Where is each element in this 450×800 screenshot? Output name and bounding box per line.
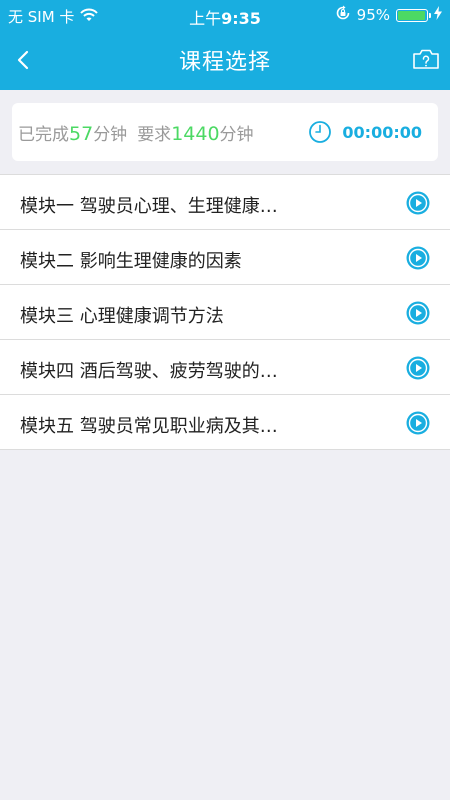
play-circle-icon[interactable] xyxy=(406,356,430,380)
module-label: 模块五 驾驶员常见职业病及其… xyxy=(20,416,278,437)
module-label: 模块四 酒后驾驶、疲劳驾驶的… xyxy=(20,361,278,382)
timer-value: 00:00:00 xyxy=(342,122,422,142)
charging-icon xyxy=(434,6,442,24)
module-list: 模块一 驾驶员心理、生理健康… 模块二 影响生理健康的因素 模块三 心理健康调节… xyxy=(0,174,450,450)
required-unit: 分钟 xyxy=(219,125,254,145)
module-label: 模块二 影响生理健康的因素 xyxy=(20,251,242,272)
module-item[interactable]: 模块二 影响生理健康的因素 xyxy=(0,230,450,285)
header: 无 SIM 卡 上午9:35 95% 课程选择 xyxy=(0,0,450,90)
time-prefix: 上午 xyxy=(189,9,222,28)
module-item[interactable]: 模块四 酒后驾驶、疲劳驾驶的… xyxy=(0,340,450,395)
timer: 00:00:00 xyxy=(308,120,422,144)
play-circle-icon[interactable] xyxy=(406,411,430,435)
required-value: 1440 xyxy=(171,123,220,145)
module-item[interactable]: 模块五 驾驶员常见职业病及其… xyxy=(0,395,450,450)
completed-unit: 分钟 xyxy=(93,125,128,145)
nav-bar: 课程选择 xyxy=(0,30,450,90)
camera-button[interactable] xyxy=(412,48,440,70)
play-circle-icon[interactable] xyxy=(406,246,430,270)
module-item[interactable]: 模块一 驾驶员心理、生理健康… xyxy=(0,175,450,230)
completed-prefix: 已完成 xyxy=(18,125,69,145)
battery-icon xyxy=(396,8,431,22)
module-label: 模块一 驾驶员心理、生理健康… xyxy=(20,196,278,217)
page-title: 课程选择 xyxy=(178,50,271,75)
progress-text: 已完成57分钟 要求1440分钟 xyxy=(18,120,254,145)
battery-fill xyxy=(398,10,425,20)
camera-help-icon xyxy=(413,49,439,69)
status-bar: 无 SIM 卡 上午9:35 95% xyxy=(0,0,450,30)
completed-value: 57 xyxy=(69,123,94,145)
required-prefix: 要求 xyxy=(137,125,172,145)
module-item[interactable]: 模块三 心理健康调节方法 xyxy=(0,285,450,340)
clock-icon xyxy=(309,121,332,143)
play-circle-icon[interactable] xyxy=(406,301,430,325)
rotation-lock-icon xyxy=(335,5,351,25)
module-label: 模块三 心理健康调节方法 xyxy=(20,306,224,327)
progress-card: 已完成57分钟 要求1440分钟 00:00:00 xyxy=(12,103,438,161)
time-value: 9:35 xyxy=(221,9,261,28)
battery-percent: 95% xyxy=(356,6,390,24)
status-right: 95% xyxy=(335,5,442,25)
play-circle-icon[interactable] xyxy=(406,191,430,215)
